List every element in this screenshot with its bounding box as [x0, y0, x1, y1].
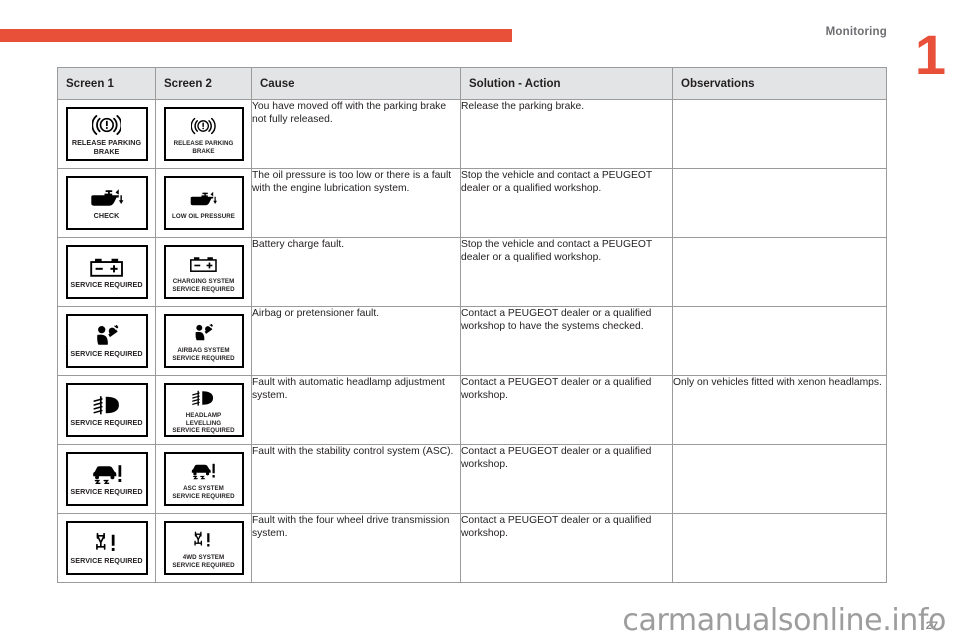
- accent-bar: [0, 29, 512, 42]
- cell-observations: Only on vehicles fitted with xenon headl…: [672, 375, 887, 445]
- cell-observations: [672, 99, 887, 169]
- cell-observations: [672, 168, 887, 238]
- table-row: SERVICE REQUIRED 4WD SYSTEM SERVICE REQUI…: [57, 513, 887, 583]
- airbag-icon: [193, 320, 214, 346]
- table-row: CHECK LOW OIL PRESSURE The oil pressure is…: [57, 168, 887, 238]
- stability-control-icon: [91, 461, 123, 487]
- cell-screen2: RELEASE PARKING BRAKE: [155, 99, 252, 169]
- warning-lamp-screen1: RELEASE PARKING BRAKE: [65, 107, 148, 161]
- cell-screen2: HEADLAMP LEVELLING SERVICE REQUIRED: [155, 375, 252, 445]
- warning-lamp-screen2-label: CHARGING SYSTEM SERVICE REQUIRED: [172, 278, 235, 293]
- cell-screen1: SERVICE REQUIRED: [57, 513, 156, 583]
- warning-lamp-screen1: SERVICE REQUIRED: [65, 245, 148, 299]
- brake-warning-icon: [191, 113, 216, 139]
- warning-lamp-screen1-label: SERVICE REQUIRED: [70, 280, 143, 290]
- cell-screen1: RELEASE PARKING BRAKE: [57, 99, 156, 169]
- warning-lamp-screen2: AIRBAG SYSTEM SERVICE REQUIRED: [163, 314, 244, 368]
- warning-lamp-screen2-label: RELEASE PARKING BRAKE: [173, 140, 234, 155]
- warning-lamp-screen1: SERVICE REQUIRED: [65, 521, 148, 575]
- cell-screen2: AIRBAG SYSTEM SERVICE REQUIRED: [155, 306, 252, 376]
- column-header-observations: Observations: [672, 67, 887, 100]
- warning-lamp-screen2-label: LOW OIL PRESSURE: [172, 212, 235, 220]
- cell-screen1: SERVICE REQUIRED: [57, 375, 156, 445]
- cell-cause: Fault with automatic headlamp adjustment…: [251, 375, 461, 445]
- warning-lamp-screen2: HEADLAMP LEVELLING SERVICE REQUIRED: [163, 383, 244, 437]
- cell-solution: Release the parking brake.: [460, 99, 673, 169]
- warning-lamp-screen2-label: AIRBAG SYSTEM SERVICE REQUIRED: [172, 347, 235, 362]
- cell-cause: You have moved off with the parking brak…: [251, 99, 461, 169]
- four-wheel-drive-icon: [92, 530, 122, 556]
- column-header-cause: Cause: [251, 67, 461, 100]
- cell-observations: [672, 444, 887, 514]
- battery-icon: [189, 251, 218, 277]
- cell-solution: Contact a PEUGEOT dealer or a qualified …: [460, 444, 673, 514]
- table-row: RELEASE PARKING BRAKE RELEASE PARKING BRA…: [57, 99, 887, 169]
- cell-screen1: SERVICE REQUIRED: [57, 237, 156, 307]
- cell-observations: [672, 237, 887, 307]
- cell-cause: Battery charge fault.: [251, 237, 461, 307]
- warning-lamp-screen2: ASC SYSTEM SERVICE REQUIRED: [163, 452, 244, 506]
- column-header-screen2: Screen 2: [155, 67, 252, 100]
- table-body: RELEASE PARKING BRAKE RELEASE PARKING BRA…: [57, 99, 887, 583]
- headlamp-levelling-icon: [92, 392, 122, 418]
- chapter-title: Monitoring: [825, 26, 887, 38]
- four-wheel-drive-icon: [191, 527, 215, 553]
- cell-cause: Fault with the four wheel drive transmis…: [251, 513, 461, 583]
- cell-screen2: LOW OIL PRESSURE: [155, 168, 252, 238]
- warning-lamp-screen2: CHARGING SYSTEM SERVICE REQUIRED: [163, 245, 244, 299]
- warning-messages-table: Screen 1 Screen 2 Cause Solution - Actio…: [57, 67, 887, 583]
- table-header-row: Screen 1 Screen 2 Cause Solution - Actio…: [57, 67, 887, 100]
- chapter-number: 1: [914, 23, 946, 86]
- cell-screen2: 4WD SYSTEM SERVICE REQUIRED: [155, 513, 252, 583]
- stability-control-icon: [190, 458, 216, 484]
- warning-lamp-screen2: LOW OIL PRESSURE: [163, 176, 244, 230]
- warning-lamp-screen2-label: ASC SYSTEM SERVICE REQUIRED: [172, 485, 235, 500]
- site-watermark: carmanualsonline.info: [622, 603, 946, 638]
- warning-lamp-screen1: SERVICE REQUIRED: [65, 383, 148, 437]
- table-row: SERVICE REQUIRED CHARGING SYSTEM SERVICE …: [57, 237, 887, 307]
- warning-lamp-screen2-label: 4WD SYSTEM SERVICE REQUIRED: [172, 554, 235, 569]
- warning-lamp-screen1-label: SERVICE REQUIRED: [70, 487, 143, 497]
- cell-screen2: ASC SYSTEM SERVICE REQUIRED: [155, 444, 252, 514]
- cell-solution: Stop the vehicle and contact a PEUGEOT d…: [460, 237, 673, 307]
- cell-screen1: SERVICE REQUIRED: [57, 306, 156, 376]
- headlamp-levelling-icon: [191, 385, 215, 411]
- brake-warning-icon: [91, 112, 122, 138]
- column-header-screen1: Screen 1: [57, 67, 156, 100]
- battery-icon: [89, 254, 124, 280]
- cell-solution: Contact a PEUGEOT dealer or a qualified …: [460, 375, 673, 445]
- cell-cause: Airbag or pretensioner fault.: [251, 306, 461, 376]
- warning-lamp-screen1-label: SERVICE REQUIRED: [70, 349, 143, 359]
- warning-lamp-screen1-label: CHECK: [93, 211, 120, 221]
- warning-lamp-screen1: SERVICE REQUIRED: [65, 452, 148, 506]
- cell-observations: [672, 513, 887, 583]
- warning-lamp-screen1-label: SERVICE REQUIRED: [70, 556, 143, 566]
- warning-lamp-screen1: SERVICE REQUIRED: [65, 314, 148, 368]
- table-row: SERVICE REQUIRED HEADLAMP LEVELLING SERVI…: [57, 375, 887, 445]
- column-header-solution: Solution - Action: [460, 67, 673, 100]
- cell-cause: The oil pressure is too low or there is …: [251, 168, 461, 238]
- table-row: SERVICE REQUIRED ASC SYSTEM SERVICE REQUI…: [57, 444, 887, 514]
- warning-lamp-screen2: RELEASE PARKING BRAKE: [163, 107, 244, 161]
- oil-can-icon: [88, 185, 125, 211]
- cell-solution: Contact a PEUGEOT dealer or a qualified …: [460, 306, 673, 376]
- oil-can-icon: [188, 186, 219, 212]
- warning-lamp-screen1-label: RELEASE PARKING BRAKE: [71, 138, 142, 156]
- cell-screen1: SERVICE REQUIRED: [57, 444, 156, 514]
- cell-screen1: CHECK: [57, 168, 156, 238]
- table-row: SERVICE REQUIRED AIRBAG SYSTEM SERVICE RE…: [57, 306, 887, 376]
- cell-solution: Stop the vehicle and contact a PEUGEOT d…: [460, 168, 673, 238]
- warning-lamp-screen1-label: SERVICE REQUIRED: [70, 418, 143, 428]
- warning-lamp-screen1: CHECK: [65, 176, 148, 230]
- cell-solution: Contact a PEUGEOT dealer or a qualified …: [460, 513, 673, 583]
- airbag-icon: [94, 323, 119, 349]
- warning-lamp-screen2: 4WD SYSTEM SERVICE REQUIRED: [163, 521, 244, 575]
- cell-cause: Fault with the stability control system …: [251, 444, 461, 514]
- warning-lamp-screen2-label: HEADLAMP LEVELLING SERVICE REQUIRED: [172, 412, 235, 435]
- cell-observations: [672, 306, 887, 376]
- cell-screen2: CHARGING SYSTEM SERVICE REQUIRED: [155, 237, 252, 307]
